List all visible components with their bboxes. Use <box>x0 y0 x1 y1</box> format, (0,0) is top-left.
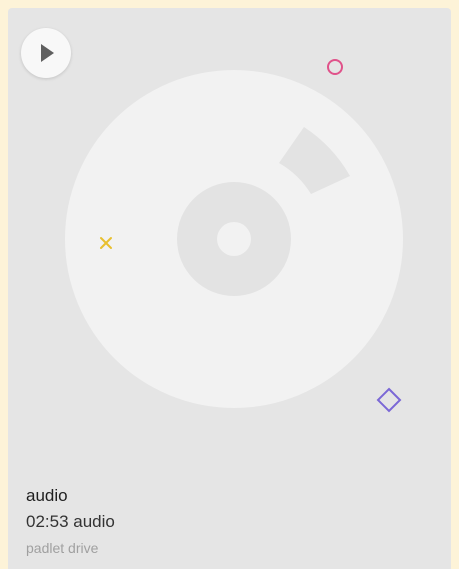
attachment-subtitle: 02:53 audio <box>26 512 115 531</box>
attachment-title: audio <box>26 486 68 505</box>
audio-attachment-card[interactable]: audio 02:53 audio padlet drive <box>8 8 451 569</box>
play-button[interactable] <box>21 28 71 78</box>
attachment-source: padlet drive <box>26 540 99 556</box>
play-icon <box>41 44 54 62</box>
attachment-meta: audio 02:53 audio padlet drive <box>26 484 433 558</box>
circle-shape <box>327 59 343 75</box>
diamond-shape <box>376 387 402 413</box>
disc-spindle-hole <box>217 222 251 256</box>
